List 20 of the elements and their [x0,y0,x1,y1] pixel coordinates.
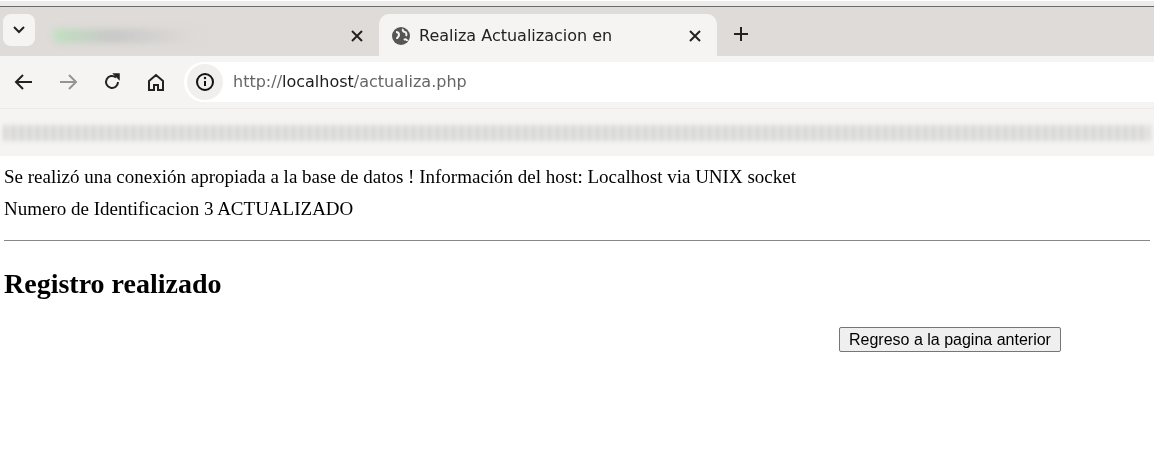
forward-arrow-icon [58,72,78,92]
back-to-previous-page-button[interactable]: Regreso a la pagina anterior [839,326,1061,352]
tab-title: Realiza Actualizacion en [419,24,614,47]
site-info-button[interactable] [187,64,223,100]
address-bar[interactable]: http://localhost/actualiza.php [184,62,1154,102]
home-icon [146,72,166,92]
status-message: Numero de Identificacion 3 ACTUALIZADO [4,198,355,220]
info-icon [196,73,214,91]
close-icon [351,29,363,42]
globe-icon [391,25,411,46]
tab-list-button[interactable] [3,14,35,46]
reload-icon [102,72,122,92]
close-icon [689,29,701,42]
plus-icon [734,27,748,41]
page-heading: Registro realizado [4,267,223,301]
chevron-down-icon [13,26,25,34]
url-text: http://localhost/actualiza.php [233,71,467,93]
back-arrow-icon [14,72,34,92]
browser-tab[interactable]: Realiza Actualizacion en [379,14,717,57]
status-message: Se realizó una conexión apropiada a la base de datos ! Información del host: Localhost via UNIX socket [4,166,797,188]
